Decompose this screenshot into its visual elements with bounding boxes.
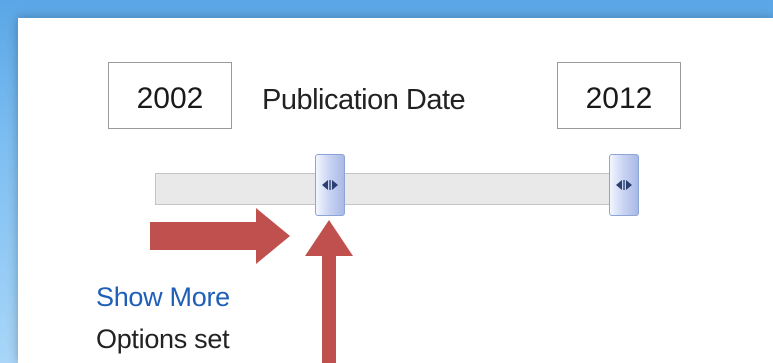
horizontal-resize-grip-icon bbox=[616, 180, 632, 190]
date-from-input[interactable]: 2002 bbox=[108, 62, 232, 129]
horizontal-resize-grip-icon bbox=[322, 180, 338, 190]
date-range-slider-track[interactable] bbox=[155, 173, 639, 205]
slider-handle-to[interactable] bbox=[609, 154, 639, 216]
filter-panel: 2002 Publication Date 2012 Show More Opt… bbox=[18, 18, 773, 363]
date-to-input[interactable]: 2012 bbox=[557, 62, 681, 129]
publication-date-label: Publication Date bbox=[262, 84, 466, 116]
date-to-value: 2012 bbox=[585, 81, 653, 115]
options-set-status: Options set bbox=[96, 324, 230, 354]
date-from-value: 2002 bbox=[136, 81, 204, 115]
slider-handle-from[interactable] bbox=[315, 154, 345, 216]
show-more-link[interactable]: Show More bbox=[96, 282, 230, 313]
